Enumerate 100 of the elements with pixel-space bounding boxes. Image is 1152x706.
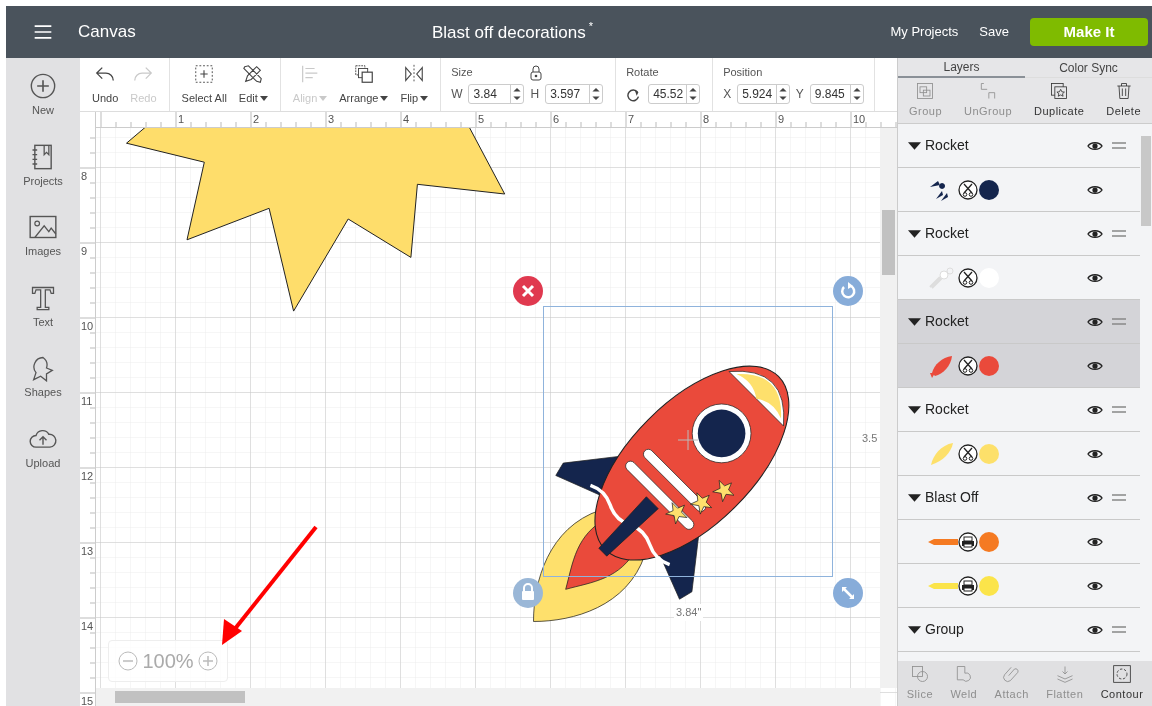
size-label: Size — [451, 65, 473, 81]
x-position-field[interactable]: 5.924 — [737, 83, 790, 104]
stepper-icon[interactable] — [686, 84, 700, 103]
select-all-button[interactable]: Select All — [175, 58, 233, 111]
edit-button[interactable]: Edit — [232, 58, 274, 111]
ruler-number: 12 — [81, 469, 94, 483]
stepper-icon[interactable] — [589, 84, 603, 103]
selection-box[interactable] — [543, 306, 833, 577]
group-icon — [915, 81, 936, 102]
ruler-number: 9 — [81, 244, 88, 258]
scrollbar-thumb[interactable] — [882, 210, 895, 275]
arrange-button[interactable]: Arrange — [333, 58, 395, 111]
pencil-ruler-icon — [242, 62, 265, 85]
color-swatch[interactable] — [979, 179, 999, 200]
stacked-squares-icon — [352, 62, 375, 85]
vertical-scrollbar[interactable] — [880, 128, 897, 688]
color-swatch[interactable] — [979, 267, 999, 288]
drag-handle-icon[interactable] — [1112, 625, 1126, 634]
x-label: X — [723, 85, 732, 103]
layer-name: Rocket — [925, 224, 969, 243]
undo-button[interactable]: Undo — [86, 58, 125, 111]
dimension-label: 3.5 — [862, 431, 878, 446]
flip-button[interactable]: Flip — [394, 58, 435, 111]
flatten-icon — [1054, 664, 1075, 685]
ungroup-icon — [978, 81, 998, 102]
color-swatch[interactable] — [979, 443, 999, 464]
scrollbar-thumb[interactable] — [1141, 136, 1151, 226]
ruler-number: 3 — [328, 112, 335, 126]
layer-name: Group — [925, 620, 964, 639]
unsaved-mark: * — [588, 19, 593, 34]
shapes-button[interactable]: Shapes — [24, 354, 62, 401]
ruler-number: 1 — [178, 112, 185, 126]
ruler-number: 4 — [403, 112, 410, 126]
y-label: Y — [795, 85, 804, 103]
caret-icon[interactable] — [908, 317, 921, 326]
layer-thumbnail — [928, 582, 958, 589]
resize-handle-icon[interactable] — [833, 578, 863, 608]
ruler-number: 2 — [253, 112, 260, 126]
height-field[interactable]: 3.597 — [545, 83, 604, 104]
images-button[interactable]: Images — [24, 213, 62, 260]
drag-handle-icon[interactable] — [1112, 317, 1126, 326]
position-label: Position — [723, 65, 763, 81]
drag-handle-icon[interactable] — [1112, 229, 1126, 238]
contour-icon — [1111, 664, 1132, 685]
width-field[interactable]: 3.84 — [468, 83, 525, 104]
app-title: Canvas — [78, 21, 136, 44]
drag-handle-icon[interactable] — [1112, 405, 1126, 414]
layer-name: Rocket — [925, 136, 969, 155]
ruler-number: 6 — [553, 112, 560, 126]
dimension-label: 3.84" — [674, 604, 704, 621]
design-canvas[interactable]: 3.84" 3.5 100% — [96, 128, 897, 706]
caret-icon[interactable] — [908, 405, 921, 414]
image-icon — [29, 213, 57, 241]
upload-button[interactable]: Upload — [25, 424, 61, 471]
rotate-field[interactable]: 45.52 — [648, 83, 701, 104]
layer-name: Rocket — [925, 400, 969, 419]
flip-icon — [403, 62, 426, 85]
color-swatch[interactable] — [979, 531, 999, 552]
color-swatch[interactable] — [979, 575, 999, 596]
caret-icon[interactable] — [908, 625, 921, 634]
caret-icon — [259, 95, 268, 101]
dashed-square-plus-icon — [193, 62, 216, 85]
text-button[interactable]: Text — [29, 283, 57, 330]
layer-thumbnail — [928, 538, 958, 545]
y-position-field[interactable]: 9.845 — [809, 83, 865, 104]
contour-button[interactable]: Contour — [1100, 664, 1144, 703]
scrollbar-thumb[interactable] — [115, 691, 245, 703]
projects-link[interactable]: My Projects — [890, 22, 959, 42]
duplicate-button[interactable]: Duplicate — [1034, 81, 1085, 120]
horizontal-scrollbar[interactable] — [96, 688, 880, 706]
color-swatch[interactable] — [979, 355, 999, 376]
drag-handle-icon[interactable] — [1112, 141, 1126, 150]
slice-icon — [909, 664, 930, 685]
ruler-number: 9 — [778, 112, 785, 126]
save-link[interactable]: Save — [979, 22, 1009, 42]
ruler-number: 5 — [478, 112, 485, 126]
layer-group-row[interactable]: Rocket — [898, 300, 1140, 344]
caret-icon[interactable] — [908, 141, 921, 150]
new-button[interactable]: New — [29, 72, 57, 119]
caret-icon — [380, 95, 389, 101]
crosshair-icon — [678, 430, 698, 450]
close-icon[interactable] — [513, 276, 543, 306]
caret-icon[interactable] — [908, 229, 921, 238]
projects-button[interactable]: Projects — [23, 142, 63, 189]
caret-icon — [319, 95, 328, 101]
delete-button[interactable]: Delete — [1106, 81, 1142, 120]
rotate-handle-icon[interactable] — [833, 276, 863, 306]
stepper-icon[interactable] — [775, 84, 789, 103]
layer-name: Rocket — [925, 312, 969, 331]
duplicate-icon — [1049, 81, 1070, 102]
stepper-icon[interactable] — [510, 84, 524, 103]
drag-handle-icon[interactable] — [1112, 493, 1126, 502]
ruler-number: 7 — [628, 112, 635, 126]
padlock-icon[interactable] — [528, 64, 543, 81]
stepper-icon[interactable] — [850, 84, 864, 103]
rotate-label: Rotate — [626, 65, 659, 81]
layer-name: Blast Off — [925, 488, 979, 507]
document-title: Blast off decorations — [432, 22, 586, 44]
caret-icon[interactable] — [908, 493, 921, 502]
ruler-number: 14 — [81, 619, 94, 633]
